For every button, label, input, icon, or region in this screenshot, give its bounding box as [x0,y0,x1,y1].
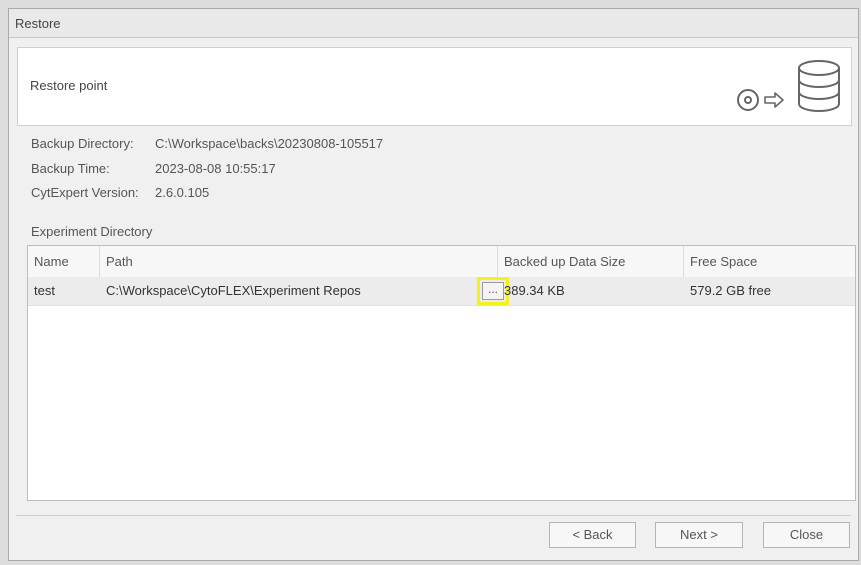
backup-time-label: Backup Time: [31,161,110,176]
column-header-name[interactable]: Name [28,246,100,277]
footer-divider [16,515,851,516]
backup-directory-label: Backup Directory: [31,136,134,151]
cell-free-space: 579.2 GB free [690,283,771,298]
close-button[interactable]: Close [763,522,850,548]
disc-icon [737,89,759,111]
version-value: 2.6.0.105 [155,185,210,200]
table-row[interactable]: test C:\Workspace\CytoFLEX\Experiment Re… [28,277,855,306]
version-row: CytExpert Version: 2.6.0.105 [31,185,209,200]
backup-time-row: Backup Time: 2023-08-08 10:55:17 [31,161,276,176]
table-header: Name Path Backed up Data Size Free Space [28,246,855,278]
column-header-free-space[interactable]: Free Space [684,246,857,277]
title-bar: Restore [9,9,858,38]
backup-directory-value: C:\Workspace\backs\20230808-105517 [155,136,384,151]
arrow-right-icon [764,92,784,108]
window-title: Restore [15,16,61,31]
restore-icon-group [731,54,851,120]
database-icon [798,60,840,112]
experiment-directory-label: Experiment Directory [31,224,153,239]
back-button[interactable]: < Back [549,522,636,548]
column-header-size[interactable]: Backed up Data Size [498,246,684,277]
version-label: CytExpert Version: [31,185,139,200]
cell-name: test [34,283,55,298]
cell-size: 389.34 KB [504,283,565,298]
column-header-path[interactable]: Path [100,246,498,277]
next-button[interactable]: Next > [655,522,743,548]
experiment-table[interactable]: Name Path Backed up Data Size Free Space… [27,245,856,501]
backup-directory-row: Backup Directory: C:\Workspace\backs\2023… [31,136,383,151]
header-panel: Restore point [17,47,852,126]
backup-time-value: 2023-08-08 10:55:17 [155,161,276,176]
cell-path: C:\Workspace\CytoFLEX\Experiment Repos [106,283,361,298]
page-title: Restore point [30,78,108,93]
